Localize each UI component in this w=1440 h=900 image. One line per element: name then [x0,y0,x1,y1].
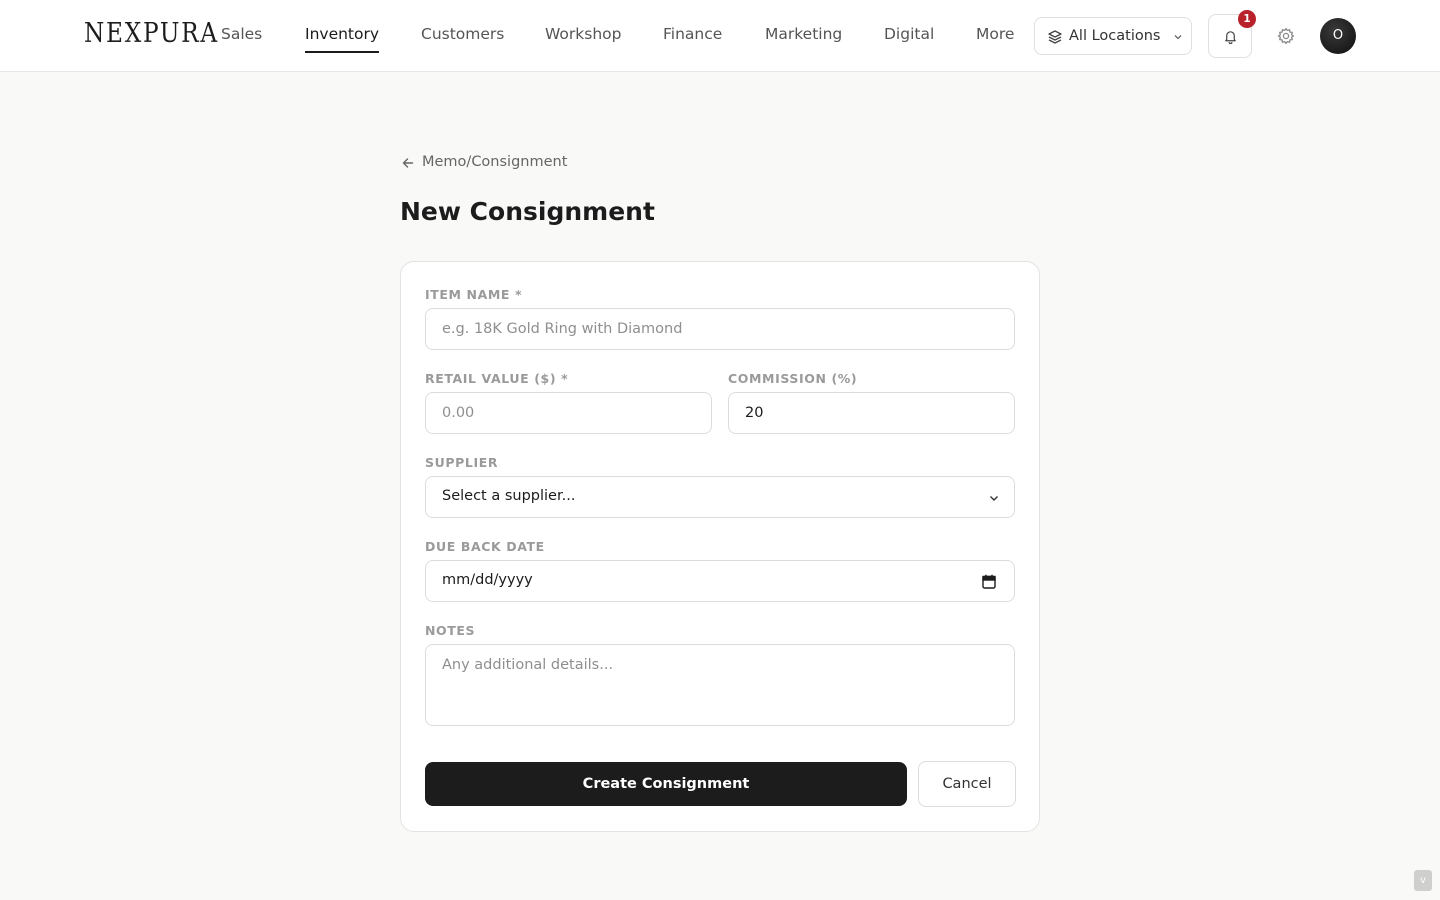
location-select[interactable]: All Locations [1034,17,1192,55]
chevron-down-icon [990,496,998,501]
supplier-label: SUPPLIER [425,455,499,470]
due-back-date-input[interactable]: mm/dd/yyyy [425,560,1015,602]
item-name-input[interactable] [425,308,1015,350]
nav-item-customers[interactable]: Customers [421,25,504,53]
cancel-button[interactable]: Cancel [918,761,1016,807]
back-link-label: Memo/Consignment [422,154,568,170]
brand-logo[interactable]: NEXPURA [84,18,219,49]
nav-item-workshop[interactable]: Workshop [545,25,621,53]
arrow-left-icon [402,158,414,168]
commission-input[interactable] [728,392,1015,434]
calendar-icon[interactable] [982,574,996,589]
nav-item-inventory[interactable]: Inventory [305,25,380,53]
top-navigation-bar: NEXPURA Sales Inventory Customers Worksh… [0,0,1440,72]
page-title: New Consignment [400,197,655,226]
layers-icon [1048,30,1062,44]
bell-icon [1225,31,1236,44]
consignment-form-card: ITEM NAME * RETAIL VALUE ($) * COMMISSIO… [400,261,1040,832]
notes-label: NOTES [425,623,476,638]
nav-item-more[interactable]: More [976,25,1014,53]
due-back-date-label: DUE BACK DATE [425,539,545,554]
chevron-down-icon [1174,35,1182,40]
commission-label: COMMISSION (%) [728,371,858,386]
gear-icon[interactable] [1276,26,1296,46]
nav-item-finance[interactable]: Finance [663,25,722,53]
location-select-value: All Locations [1069,28,1161,44]
nav-item-marketing[interactable]: Marketing [765,25,842,53]
nav-item-digital[interactable]: Digital [884,25,934,53]
retail-value-input[interactable] [425,392,712,434]
notes-textarea[interactable] [425,644,1015,726]
supplier-select-value: Select a supplier... [442,488,576,504]
user-avatar[interactable]: O [1320,18,1356,54]
due-back-date-placeholder: mm/dd/yyyy [442,572,533,588]
retail-value-label: RETAIL VALUE ($) * [425,371,569,386]
create-consignment-button[interactable]: Create Consignment [425,762,907,806]
notification-count-badge: 1 [1238,10,1256,28]
chevron-toggle-icon[interactable]: v [1414,870,1432,891]
supplier-select[interactable]: Select a supplier... [425,476,1015,518]
nav-item-sales[interactable]: Sales [221,25,262,53]
item-name-label: ITEM NAME * [425,287,523,302]
